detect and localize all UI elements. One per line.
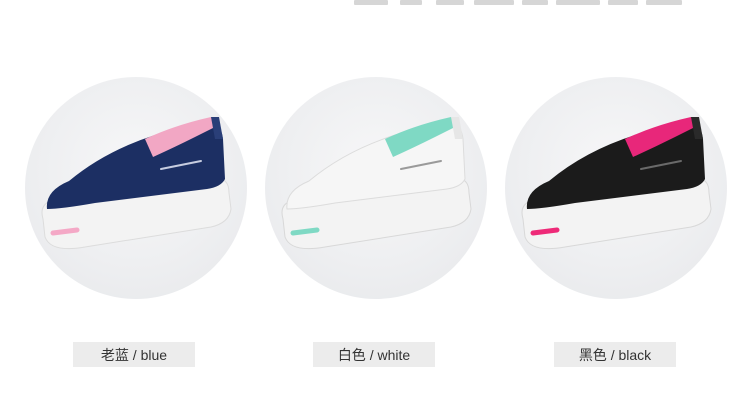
product-image-white xyxy=(265,77,487,299)
color-label-text: 黑色 / black xyxy=(578,346,652,363)
color-label-text: 老蓝 / blue xyxy=(100,346,168,363)
product-image-blue xyxy=(25,77,247,299)
shoe-blue-illustration xyxy=(41,117,232,250)
color-label-black: 黑色 / black xyxy=(554,342,676,367)
sole-stripe xyxy=(50,227,80,236)
product-image-black xyxy=(505,77,727,299)
color-label-white: 白色 / white xyxy=(313,342,435,367)
product-white[interactable]: 白色 / white xyxy=(250,0,500,401)
sole-stripe xyxy=(290,227,320,236)
product-black[interactable]: 黑色 / black xyxy=(500,0,750,401)
color-label-text: 白色 / white xyxy=(337,346,411,363)
color-label-blue: 老蓝 / blue xyxy=(73,342,195,367)
shoe-white-illustration xyxy=(281,117,472,250)
sole-stripe xyxy=(530,227,560,236)
shoe-black-illustration xyxy=(521,117,712,250)
product-blue[interactable]: 老蓝 / blue xyxy=(0,0,250,401)
